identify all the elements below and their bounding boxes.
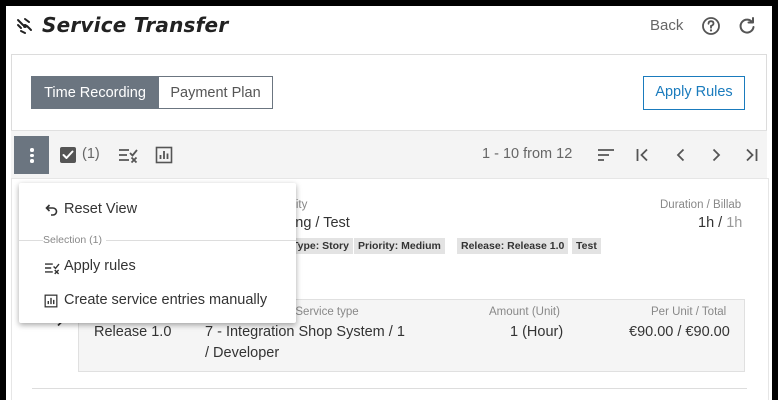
checkbox-checked-icon[interactable] [59,146,77,164]
menu-item-create-entries[interactable]: Create service entries manually [64,292,267,308]
service-type-label: / Service type [289,306,359,318]
app-window: Service Transfer Back Time Recording Pay… [6,6,772,400]
entry-release: Release 1.0 [94,324,172,340]
rule-icon[interactable] [118,146,138,164]
tab-time-recording[interactable]: Time Recording [31,76,159,109]
entry-total: €90.00 / €90.00 [629,324,730,340]
amount-label: Amount (Unit) [489,306,560,318]
grid-toolbar: (1) 1 - 10 from 12 [11,130,767,179]
tag-test: Test [572,238,601,254]
page-title: Service Transfer [42,13,229,37]
activity-value: ting / Test [288,215,350,231]
chart-icon[interactable] [155,146,173,164]
more-actions-button[interactable] [14,136,49,174]
sort-icon[interactable] [597,147,615,163]
service-logo-icon [17,18,32,34]
duration-label: Duration / Billab [660,199,742,211]
menu-item-apply-rules[interactable]: Apply rules [64,258,136,274]
refresh-icon[interactable] [737,16,757,36]
back-link[interactable]: Back [650,17,683,34]
menu-section-selection: Selection (1) [43,234,106,246]
actions-dropdown-menu: Reset View Selection (1) Apply rules Cre… [19,183,296,323]
next-page-icon[interactable] [708,146,724,164]
apply-rules-button[interactable]: Apply Rules [643,76,745,110]
title-bar: Service Transfer Back [6,6,772,54]
chart-icon [44,294,58,308]
tab-payment-plan[interactable]: Payment Plan [159,76,273,109]
tag-release: Release: Release 1.0 [457,238,569,254]
entry-service-line2: / Developer [205,345,280,361]
help-icon[interactable] [701,16,721,36]
mode-toolbar: Time Recording Payment Plan Apply Rules [11,54,767,131]
first-page-icon[interactable] [635,146,651,164]
total-label: Per Unit / Total [651,306,727,318]
selection-count: (1) [82,146,100,162]
pager-text: 1 - 10 from 12 [482,146,573,162]
last-page-icon[interactable] [743,146,759,164]
prev-page-icon[interactable] [673,146,689,164]
duration-value: 1h / 1h [698,215,743,231]
entry-service-line1: 7 - Integration Shop System / 1 [205,324,405,340]
undo-icon [45,204,58,216]
row-divider [32,388,747,389]
rule-icon [45,263,60,275]
tag-priority: Priority: Medium [354,238,445,254]
menu-item-reset-view[interactable]: Reset View [64,201,137,217]
entry-amount: 1 (Hour) [510,324,564,340]
tag-type: Type: Story [288,238,353,254]
